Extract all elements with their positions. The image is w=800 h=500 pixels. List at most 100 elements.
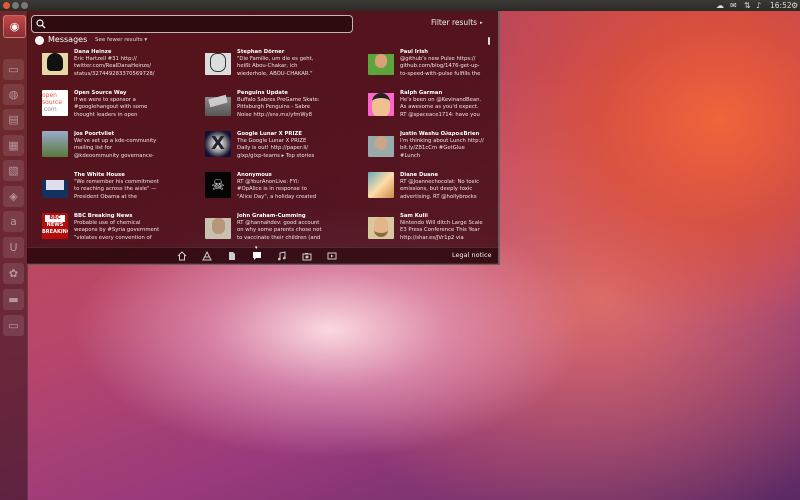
- search-icon: [36, 19, 46, 29]
- result-snippet: Nintendo Will ditch Large Scale: [400, 220, 483, 226]
- close-window-icon[interactable]: [3, 2, 10, 9]
- result-snippet: He's been on @KevinandBean.: [400, 97, 482, 103]
- software-center-icon[interactable]: ◈: [3, 186, 24, 207]
- result-snippet: Buffalo Sabres PreGame Skate:: [237, 97, 320, 103]
- gear-icon[interactable]: ⚙: [791, 0, 798, 11]
- files-lens-icon[interactable]: [227, 251, 237, 261]
- impress-icon[interactable]: ▧: [3, 160, 24, 181]
- avatar: [368, 213, 394, 239]
- social-lens-icon[interactable]: [252, 251, 262, 261]
- ubuntu-one-icon[interactable]: U: [3, 237, 24, 258]
- result-snippet: to reaching across the aisle" —: [74, 186, 157, 193]
- avatar: [205, 90, 231, 116]
- home-lens-icon[interactable]: [177, 251, 187, 261]
- result-snippet: Eric Hartzell #31 http://: [74, 56, 137, 62]
- result-item[interactable]: Stephan Dörner "Die Familie, um die es ge…: [205, 49, 355, 83]
- avatar: [42, 131, 68, 157]
- result-snippet: heißt Abou-Chakar, ich: [237, 63, 298, 70]
- firefox-icon[interactable]: ◍: [3, 84, 24, 105]
- legal-notice-link[interactable]: Legal notice: [452, 251, 492, 259]
- avatar: [368, 90, 394, 116]
- result-snippet: mailing list for: [74, 145, 112, 152]
- result-title: Penguins Update: [237, 90, 288, 96]
- result-title: Sam Kulii: [400, 213, 428, 219]
- avatar: [205, 49, 231, 75]
- settings-icon[interactable]: ✿: [3, 263, 24, 284]
- video-lens-icon[interactable]: [327, 251, 337, 261]
- result-snippet: on why some parents chose not: [237, 227, 322, 234]
- result-snippet: The Google Lunar X PRIZE: [237, 138, 307, 144]
- result-item[interactable]: Jos Poortvliet We've set up a kde-communi…: [42, 131, 192, 165]
- see-fewer-results-link[interactable]: See fewer results ▾: [95, 37, 147, 43]
- minimize-window-icon[interactable]: [12, 2, 19, 9]
- dash-home-icon[interactable]: ◉: [3, 15, 26, 38]
- result-snippet: twitter.com/RealDanaHeinze/: [74, 63, 152, 70]
- result-item[interactable]: ☠ Anonymous RT @YourAnonLive: FYI: #OpAlice…: [205, 172, 355, 206]
- avatar: [42, 172, 68, 198]
- updown-icon[interactable]: ⇅: [744, 0, 751, 11]
- result-snippet: If we were to sponsor a: [74, 97, 136, 103]
- result-title: Paul Irish: [400, 49, 429, 55]
- result-snippet: I'm thinking about Lunch http://: [400, 138, 484, 144]
- avatar: [368, 131, 394, 157]
- result-item[interactable]: Penguins Update Buffalo Sabres PreGame Sk…: [205, 90, 355, 124]
- result-item[interactable]: Justin Washu Ο∂αρο≤Brien I'm thinking abo…: [368, 131, 518, 165]
- result-snippet: status/327449283370569728/: [74, 70, 155, 77]
- search-input[interactable]: [52, 17, 342, 30]
- result-snippet: to-speed-with-pulse fulfills the: [400, 70, 481, 77]
- result-snippet: emissions, but deeply toxic: [400, 186, 473, 193]
- result-snippet: Pittsburgh Penguins - Sabre: [237, 104, 311, 111]
- result-title: Dana Heinze: [74, 49, 112, 55]
- avatar: open source .com: [42, 90, 68, 116]
- result-item[interactable]: Ralph Garman He's been on @KevinandBean. A…: [368, 90, 518, 124]
- result-item[interactable]: Dana Heinze Eric Hartzell #31 http://twit…: [42, 49, 192, 83]
- result-snippet: E3 Press Conference This Year: [400, 227, 480, 234]
- maximize-window-icon[interactable]: [21, 2, 28, 9]
- result-snippet: #Lunch: [400, 152, 421, 159]
- result-snippet: http://shar.es/JVr1p2 via: [400, 234, 464, 241]
- clock[interactable]: 16:52: [770, 0, 792, 11]
- result-snippet: glxp/glxp-teams ▸ Top stories: [237, 152, 315, 159]
- avatar: [368, 49, 394, 75]
- scrollbar[interactable]: [488, 37, 490, 45]
- result-snippet: to vaccinate their children (and: [237, 234, 321, 241]
- result-snippet: RT @spaceace1714: have you: [400, 111, 480, 118]
- result-item[interactable]: John Graham-Cumming RT @hannahdev: good a…: [205, 213, 355, 247]
- result-item[interactable]: Diane Duane RT @Joannechocolat: No toxic e…: [368, 172, 518, 206]
- music-lens-icon[interactable]: [277, 251, 287, 261]
- result-snippet: As awesome as you'd expect.: [400, 104, 479, 111]
- amazon-icon[interactable]: a: [3, 211, 24, 232]
- volume-icon[interactable]: ♪: [756, 0, 761, 11]
- result-title: Justin Washu Ο∂αρο≤Brien: [400, 131, 480, 137]
- writer-icon[interactable]: ▤: [3, 109, 24, 130]
- avatar: BBCNEWSBREAKING: [42, 213, 68, 239]
- result-snippet: wiederhole, ABOU-CHAKAR.": [237, 70, 313, 77]
- calc-icon[interactable]: ▦: [3, 135, 24, 156]
- result-item[interactable]: The White House "We remember his commitme…: [42, 172, 192, 206]
- result-title: Stephan Dörner: [237, 49, 285, 55]
- result-snippet: "Die Familie, um die es geht,: [237, 56, 314, 62]
- photos-lens-icon[interactable]: [302, 251, 312, 261]
- result-title: The White House: [74, 172, 125, 178]
- filter-results-button[interactable]: Filter results ▸: [431, 18, 483, 27]
- workspace-icon[interactable]: ▬: [3, 289, 24, 310]
- result-snippet: @kdeoommunity governance-: [74, 152, 154, 159]
- trash-icon[interactable]: ▭: [3, 315, 24, 336]
- cloud-icon[interactable]: ☁: [716, 0, 724, 11]
- result-snippet: @github's new Pulse https://: [400, 56, 476, 62]
- result-item[interactable]: BBCNEWSBREAKING BBC Breaking NewsProbable…: [42, 213, 192, 247]
- applications-lens-icon[interactable]: [202, 251, 212, 261]
- avatar: [42, 49, 68, 75]
- result-title: Jos Poortvliet: [74, 131, 115, 137]
- search-box[interactable]: [31, 15, 353, 33]
- result-snippet: bit.ly/Z81cCm #GetGlue: [400, 145, 465, 152]
- mail-icon[interactable]: ✉: [730, 0, 737, 11]
- result-item[interactable]: X Google Lunar X PRIZE The Google Lunar X …: [205, 131, 355, 165]
- result-item[interactable]: Sam Kulii Nintendo Will ditch Large Scale…: [368, 213, 518, 247]
- result-item[interactable]: Paul Irish @github's new Pulse https://gi…: [368, 49, 518, 83]
- result-snippet: President Obama at the: [74, 193, 137, 200]
- result-title: Diane Duane: [400, 172, 439, 178]
- top-panel: ☁ ✉ ⇅ ♪ 16:52 ⚙: [0, 0, 800, 11]
- result-item[interactable]: open source .com Open Source Way If we were …: [42, 90, 192, 124]
- files-icon[interactable]: ▭: [3, 59, 24, 80]
